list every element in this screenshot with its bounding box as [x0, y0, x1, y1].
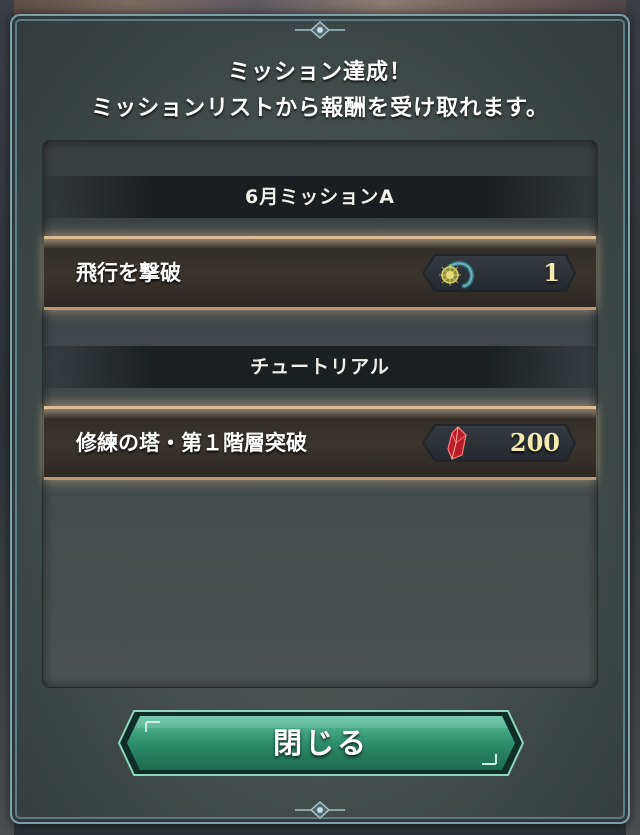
mission-row: 飛行を撃破 1	[44, 236, 596, 310]
category-header: チュートリアル	[44, 346, 596, 388]
bottom-ornament-icon	[295, 800, 345, 820]
category-header: 6月ミッションA	[44, 176, 596, 218]
top-ornament-icon	[295, 20, 345, 40]
mission-name: 修練の塔・第１階層突破	[76, 431, 307, 455]
dialog-message: ミッションリストから報酬を受け取れます。	[91, 96, 549, 121]
red-crystal-shard-icon	[447, 426, 467, 460]
reward-badge: 1	[422, 254, 576, 292]
mission-row: 修練の塔・第１階層突破 200	[44, 406, 596, 480]
orb-icon	[439, 260, 475, 289]
mission-name: 飛行を撃破	[76, 261, 181, 285]
reward-value: 1	[543, 258, 560, 287]
reward-value: 200	[509, 428, 560, 457]
close-button[interactable]: 閉じる	[116, 708, 526, 778]
close-button-label: 閉じる	[272, 726, 369, 760]
dialog-title: ミッション達成！	[227, 60, 412, 85]
reward-badge: 200	[422, 424, 576, 462]
